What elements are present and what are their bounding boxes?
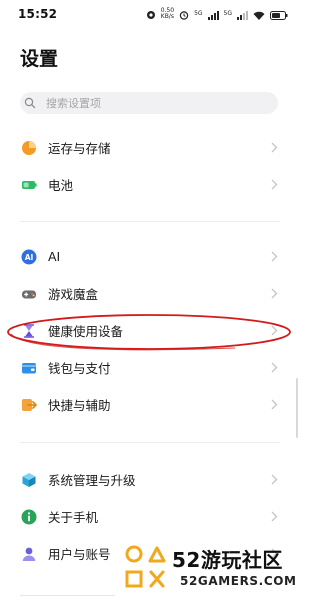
item-label: 游戏魔盒 (48, 287, 99, 302)
svg-text:AI: AI (25, 253, 34, 262)
settings-screen: 15:52 0.50 KB/s 5G 5G 设置 搜索设置项 运存与存储 电池 … (0, 0, 300, 600)
user-icon (21, 546, 37, 562)
item-label: 关于手机 (48, 510, 99, 525)
storage-pie-icon (21, 140, 37, 156)
chevron-right-icon (270, 511, 278, 523)
page-title: 设置 (20, 48, 59, 70)
item-label: 快捷与辅助 (48, 398, 111, 413)
watermark-url: 52GAMERS.COM (180, 574, 297, 588)
settings-item-game-box[interactable]: 游戏魔盒 (0, 275, 300, 312)
ai-icon: AI (21, 249, 37, 265)
chevron-right-icon (270, 142, 278, 154)
chevron-right-icon (270, 399, 278, 411)
status-icons: 0.50 KB/s 5G 5G (146, 7, 288, 21)
vpn-icon (146, 5, 156, 24)
settings-item-system[interactable]: 系统管理与升级 (0, 461, 300, 498)
settings-item-shortcuts[interactable]: 快捷与辅助 (0, 386, 300, 423)
settings-item-ai[interactable]: AI AI (0, 238, 300, 275)
status-bar: 15:52 0.50 KB/s 5G 5G (0, 0, 300, 28)
system-cube-icon (21, 472, 37, 488)
signal-2-icon (237, 5, 248, 24)
sim1-label: 5G (194, 10, 203, 17)
hourglass-icon (21, 323, 37, 339)
settings-group-2: AI AI 游戏魔盒 健康使用设备 钱包与支付 快捷与辅助 (0, 238, 300, 423)
item-label: 用户与账号 (48, 547, 111, 562)
battery-icon (21, 177, 37, 193)
info-icon (21, 509, 37, 525)
shortcut-icon (21, 397, 37, 413)
wallet-icon (21, 360, 37, 376)
bottom-divider (20, 595, 115, 596)
network-speed: 0.50 KB/s (161, 8, 174, 20)
chevron-right-icon (270, 362, 278, 374)
chevron-right-icon (270, 179, 278, 191)
settings-group-1: 运存与存储 电池 (0, 129, 300, 203)
network-speed-unit: KB/s (160, 13, 174, 20)
item-label: 运存与存储 (48, 141, 111, 156)
sim2-label: 5G (223, 10, 232, 17)
settings-item-about-phone[interactable]: 关于手机 (0, 498, 300, 535)
gamepad-icon (21, 286, 37, 302)
search-icon (24, 97, 36, 109)
item-label: 电池 (48, 178, 74, 193)
search-bar[interactable] (20, 92, 278, 114)
item-label: 健康使用设备 (48, 324, 124, 339)
settings-item-wallet[interactable]: 钱包与支付 (0, 349, 300, 386)
item-label: 钱包与支付 (48, 361, 111, 376)
watermark: 52游玩社区 52GAMERS.COM (116, 540, 300, 600)
status-time: 15:52 (18, 7, 58, 21)
chevron-right-icon (270, 325, 278, 337)
alarm-icon (179, 5, 189, 24)
item-label: 系统管理与升级 (48, 473, 136, 488)
chevron-right-icon (270, 251, 278, 263)
search-input[interactable] (44, 95, 248, 111)
group-divider (20, 221, 280, 222)
group-divider (20, 442, 280, 443)
signal-1-icon (207, 5, 219, 24)
watermark-title: 52游玩社区 (172, 548, 283, 572)
battery-status-icon (270, 5, 288, 24)
scrollbar-thumb[interactable] (296, 378, 298, 438)
item-label: AI (48, 249, 61, 264)
wifi-icon (253, 5, 265, 24)
chevron-right-icon (270, 474, 278, 486)
chevron-right-icon (270, 288, 278, 300)
settings-item-healthy-use[interactable]: 健康使用设备 (0, 312, 300, 349)
settings-item-battery[interactable]: 电池 (0, 166, 300, 203)
settings-item-storage[interactable]: 运存与存储 (0, 129, 300, 166)
watermark-logo (125, 545, 166, 588)
